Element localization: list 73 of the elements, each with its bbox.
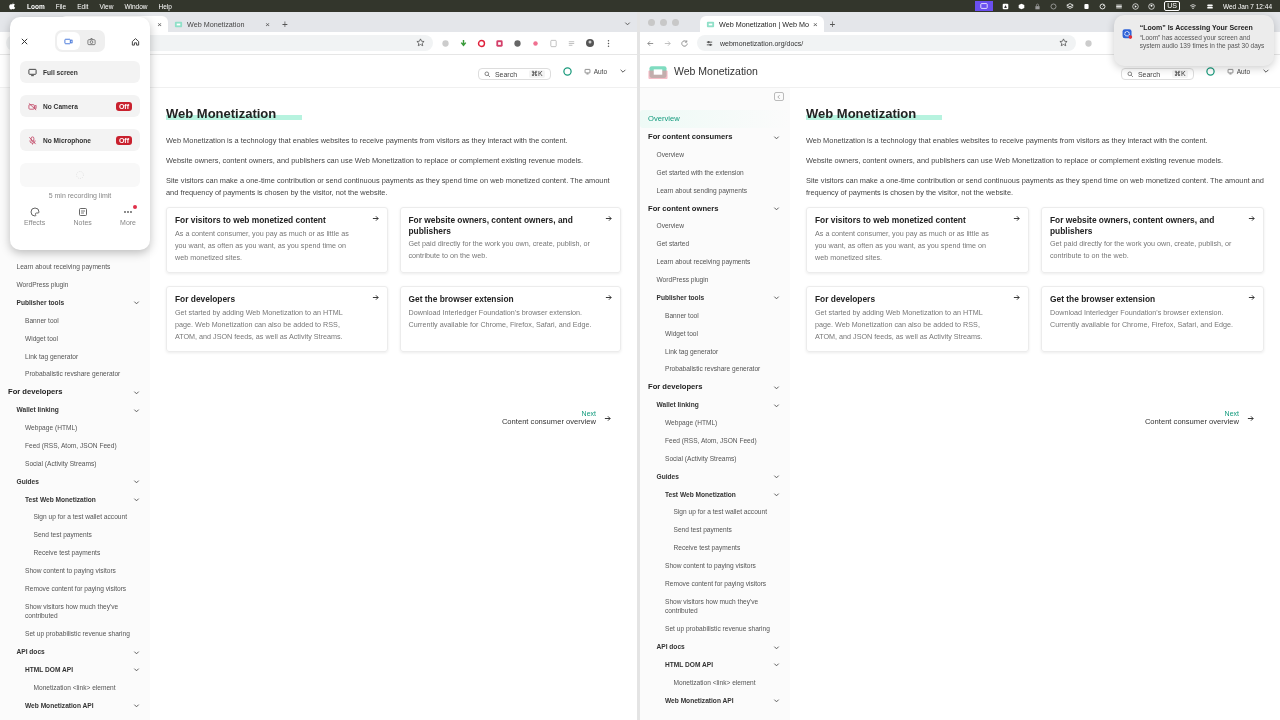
page-icon (706, 19, 715, 29)
circle-icon (513, 38, 522, 48)
arrow-right-icon (605, 294, 612, 301)
monitor-icon (1226, 67, 1234, 75)
star-icon (416, 38, 425, 47)
download-icon (459, 38, 468, 48)
card-title: For visitors to web monetized content (175, 215, 327, 226)
arrow-right-icon (371, 215, 379, 222)
wifi-icon (1188, 2, 1197, 10)
card-title: Get the browser extension (1050, 294, 1157, 305)
reload-icon (680, 38, 689, 48)
page-title: Web Monetization (166, 106, 303, 121)
site-title: Web Monetization (674, 65, 758, 77)
close-icon[interactable]: × (812, 19, 818, 29)
control-center-icon (1205, 2, 1214, 10)
card-title: For website owners, content owners, and publishers (1050, 215, 1216, 236)
search-icon (483, 70, 491, 78)
stack-icon (1115, 2, 1124, 10)
chevron-left-icon (776, 93, 782, 100)
home-button[interactable] (131, 36, 140, 46)
forward-icon (663, 38, 672, 48)
star-icon (1059, 38, 1068, 47)
apple-icon (8, 2, 16, 10)
home-icon (131, 36, 140, 46)
document-icon (549, 38, 558, 48)
arrow-right-icon (605, 215, 612, 222)
gauge-icon (1099, 2, 1107, 10)
arrow-right-icon (1248, 215, 1255, 222)
arrow-right-icon (1013, 294, 1020, 301)
card-title: For developers (175, 294, 237, 305)
card-title: For developers (815, 294, 877, 305)
card-title: Get the browser extension (408, 294, 515, 305)
page-icon (174, 19, 183, 29)
close-icon (20, 36, 29, 46)
monitor-icon (583, 67, 591, 75)
close-button[interactable] (20, 36, 29, 46)
new-tab-icon[interactable]: + (829, 19, 836, 30)
monitor-icon (28, 67, 37, 77)
page-title: Web Monetization (806, 106, 943, 121)
close-icon[interactable]: × (265, 19, 270, 29)
arrow-right-icon (371, 294, 379, 301)
card-title: For website owners, content owners, and publishers (408, 215, 574, 236)
square-icon (495, 38, 504, 48)
dot-icon (531, 38, 540, 48)
bars-icon (567, 38, 576, 48)
circle-icon (1050, 2, 1058, 10)
notes-icon (77, 207, 88, 217)
palette-icon (29, 207, 40, 217)
chevron-down-icon (1262, 67, 1270, 75)
back-icon (646, 38, 655, 48)
video-icon (64, 36, 73, 46)
arrow-right-icon (1013, 215, 1020, 222)
mode-tab[interactable] (57, 32, 80, 50)
chevron-down-icon (619, 67, 627, 75)
ring-icon (477, 38, 486, 48)
collapse-sidebar-button[interactable] (774, 92, 784, 101)
arrow-right-icon (604, 414, 611, 422)
arrow-right-icon (1248, 294, 1255, 301)
new-tab-icon[interactable]: + (282, 19, 288, 30)
play-icon (1132, 2, 1140, 10)
avatar-icon (585, 38, 595, 48)
lock-icon (1034, 2, 1042, 10)
search-icon (1126, 70, 1134, 78)
camera-icon (87, 36, 96, 46)
microphone-off-icon (28, 135, 37, 145)
layers-icon (1066, 2, 1075, 10)
close-icon[interactable]: × (157, 19, 162, 29)
camera-off-icon (28, 101, 37, 111)
screen-share-icon (980, 2, 989, 10)
card-title: For visitors to web monetized content (815, 215, 967, 226)
arrow-right-icon (1247, 414, 1254, 422)
box-icon (1018, 2, 1026, 10)
settings-icon (705, 38, 714, 48)
